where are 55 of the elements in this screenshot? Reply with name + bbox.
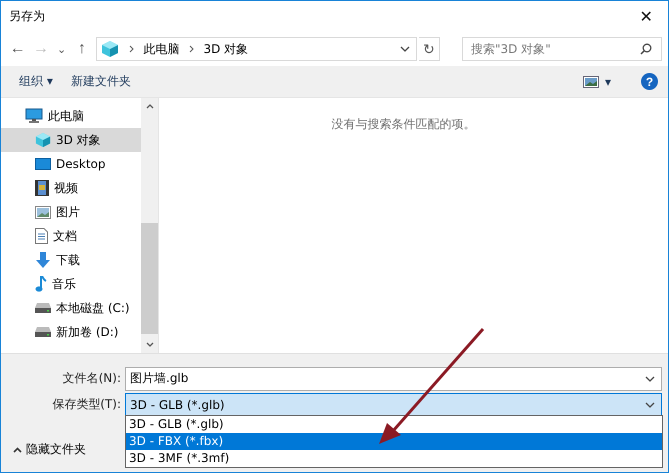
close-button[interactable]: ✕ — [624, 1, 668, 32]
tree-item[interactable]: 视频 — [1, 176, 141, 200]
dropdown-icon[interactable] — [645, 376, 655, 382]
download-icon — [35, 252, 51, 268]
dropdown-option[interactable]: 3D - 3MF (*.3mf) — [126, 450, 662, 467]
refresh-button[interactable]: ↻ — [418, 37, 440, 61]
tree-item[interactable]: 本地磁盘 (C:) — [1, 296, 141, 320]
desktop-icon — [35, 157, 51, 171]
cube-icon — [35, 132, 51, 148]
address-bar[interactable]: 此电脑 3D 对象 — [96, 37, 417, 61]
empty-message: 没有与搜索条件匹配的项。 — [332, 116, 476, 130]
organize-button[interactable]: 组织 ▾ — [17, 71, 55, 92]
dropdown-icon[interactable] — [400, 46, 410, 52]
tree-item[interactable]: 新加卷 (D:) — [1, 320, 141, 344]
recent-button[interactable]: ⌄ — [54, 42, 70, 56]
search-icon — [640, 43, 652, 55]
tree-item[interactable]: 文档 — [1, 224, 141, 248]
caret-up-icon[interactable] — [13, 446, 22, 452]
filename-field[interactable]: 图片墙.glb — [125, 366, 662, 390]
help-button[interactable]: ? — [641, 73, 658, 90]
back-button[interactable]: ← — [7, 40, 28, 58]
tree-item[interactable]: 此电脑 — [1, 104, 141, 128]
dropdown-option[interactable]: 3D - FBX (*.fbx) — [126, 433, 662, 450]
file-type-label: 保存类型(T): — [51, 396, 122, 413]
chevron-icon — [129, 45, 136, 53]
document-icon — [35, 228, 48, 244]
search-field[interactable]: 搜索"3D 对象" — [462, 37, 662, 61]
new-folder-button[interactable]: 新建文件夹 — [68, 71, 133, 92]
tree-item[interactable]: 3D 对象 — [1, 128, 141, 152]
filename-label: 文件名(N): — [62, 370, 122, 387]
window-title: 另存为 — [9, 8, 45, 25]
computer-icon — [25, 108, 43, 124]
dropdown-option[interactable]: 3D - GLB (*.glb) — [126, 416, 662, 433]
breadcrumb-item[interactable]: 3D 对象 — [203, 40, 248, 58]
tree-item[interactable]: 下载 — [1, 248, 141, 272]
scroll-up-icon[interactable] — [146, 104, 154, 109]
tree-item[interactable]: 音乐 — [1, 272, 141, 296]
file-type-dropdown[interactable]: 3D - GLB (*.glb) — [125, 392, 662, 416]
music-note-icon — [35, 276, 47, 292]
cube-icon — [101, 40, 120, 58]
scroll-down-icon[interactable] — [146, 342, 154, 347]
dropdown-icon[interactable] — [645, 402, 655, 408]
breadcrumb-item[interactable]: 此电脑 — [143, 40, 180, 58]
hide-folders-button[interactable]: 隐藏文件夹 — [26, 441, 86, 458]
chevron-icon — [189, 45, 196, 53]
film-icon — [35, 180, 49, 196]
up-button[interactable]: ↑ — [71, 40, 92, 58]
image-icon — [35, 206, 51, 218]
view-menu-button[interactable]: ▾ — [602, 72, 613, 90]
tree-item[interactable]: 图片 — [1, 200, 141, 224]
scrollbar[interactable] — [141, 98, 158, 353]
drive-icon — [35, 327, 51, 337]
view-icon[interactable] — [582, 76, 599, 88]
tree-item[interactable]: Desktop — [1, 152, 141, 176]
drive-icon — [35, 303, 51, 313]
